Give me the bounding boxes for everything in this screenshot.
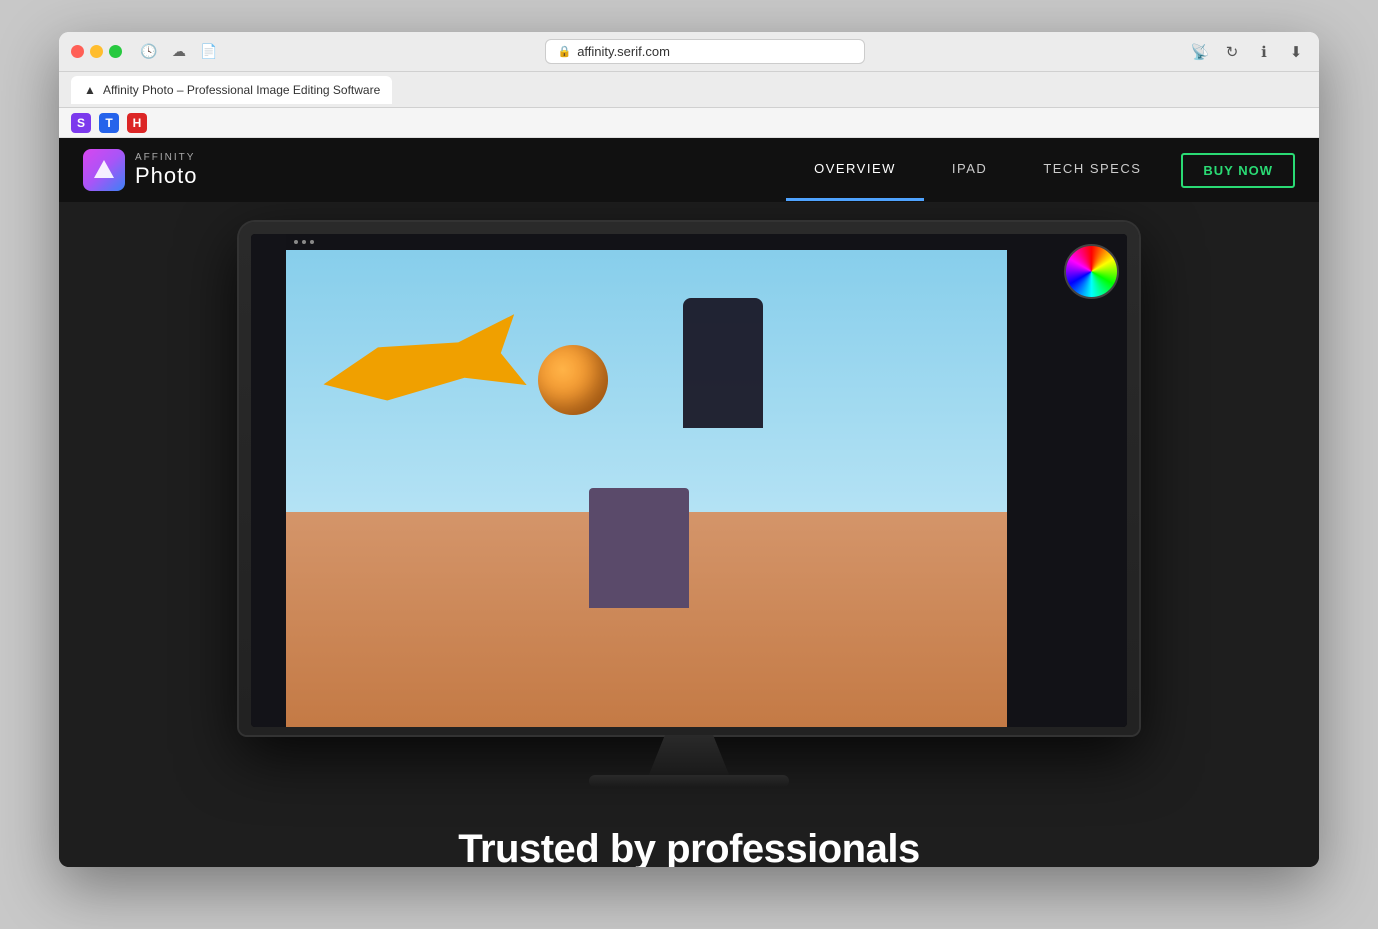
- address-bar[interactable]: 🔒 affinity.serif.com: [545, 39, 865, 64]
- hero-title: Trusted by professionals: [329, 827, 1049, 867]
- site-navigation: AFFINITY Photo OVERVIEW IPAD TECH SPECS …: [59, 138, 1319, 202]
- url-text: affinity.serif.com: [577, 44, 670, 59]
- menu-dot-3: [310, 240, 314, 244]
- affinity-logo-icon: [83, 149, 125, 191]
- bookmark-bar: S T H: [59, 108, 1319, 138]
- minimize-button[interactable]: [90, 45, 103, 58]
- logo-photo-label: Photo: [135, 163, 198, 189]
- site-nav-links: OVERVIEW IPAD TECH SPECS BUY NOW: [786, 139, 1295, 201]
- bookmark-h-icon[interactable]: H: [127, 113, 147, 133]
- tab-bar: ▲ Affinity Photo – Professional Image Ed…: [59, 72, 1319, 108]
- dark-figure-artwork: [683, 298, 763, 428]
- screen-toolbar-left: [251, 234, 286, 727]
- bookmark-s-icon[interactable]: S: [71, 113, 91, 133]
- history-icon[interactable]: 🕓: [138, 41, 160, 63]
- monitor-mockup: [239, 222, 1139, 787]
- cast-icon[interactable]: 📡: [1189, 41, 1211, 63]
- maximize-button[interactable]: [109, 45, 122, 58]
- tab-title: Affinity Photo – Professional Image Edit…: [103, 83, 380, 97]
- monitor-body: [239, 222, 1139, 735]
- active-tab[interactable]: ▲ Affinity Photo – Professional Image Ed…: [71, 76, 392, 104]
- buy-now-button[interactable]: BUY NOW: [1181, 153, 1295, 188]
- cloud-icon[interactable]: ☁: [168, 41, 190, 63]
- site-logo: AFFINITY Photo: [83, 149, 198, 191]
- browser-window: 🕓 ☁ 📄 🔒 affinity.serif.com 📡 ↻ ℹ ⬇ ▲ Aff…: [59, 32, 1319, 867]
- screen-panel-right: [1007, 234, 1127, 727]
- hero-text-section: Trusted by professionals Affinity Photo …: [269, 827, 1109, 867]
- monitor-base: [589, 775, 789, 787]
- screen-menu-bar: [286, 234, 1007, 250]
- monitor-screen: [251, 234, 1127, 727]
- refresh-icon[interactable]: ↻: [1221, 41, 1243, 63]
- address-bar-container: 🔒 affinity.serif.com: [228, 39, 1181, 64]
- logo-text: AFFINITY Photo: [135, 152, 198, 189]
- traffic-lights: [71, 45, 122, 58]
- website-content: AFFINITY Photo OVERVIEW IPAD TECH SPECS …: [59, 138, 1319, 867]
- nav-ipad[interactable]: IPAD: [924, 139, 1015, 201]
- close-button[interactable]: [71, 45, 84, 58]
- menu-dot-1: [294, 240, 298, 244]
- monitor-stand: [649, 735, 729, 775]
- logo-affinity-label: AFFINITY: [135, 152, 198, 163]
- tab-favicon-icon: ▲: [83, 83, 97, 97]
- download-icon[interactable]: ⬇: [1285, 41, 1307, 63]
- info-icon[interactable]: ℹ: [1253, 41, 1275, 63]
- artwork-scene: [286, 250, 1007, 727]
- color-wheel: [1064, 244, 1119, 299]
- title-bar: 🕓 ☁ 📄 🔒 affinity.serif.com 📡 ↻ ℹ ⬇: [59, 32, 1319, 72]
- toolbar-icons: 🕓 ☁ 📄: [138, 41, 220, 63]
- monitor-container: [59, 222, 1319, 787]
- bookmark-t-icon[interactable]: T: [99, 113, 119, 133]
- nav-overview[interactable]: OVERVIEW: [786, 139, 924, 201]
- hero-section: Trusted by professionals Affinity Photo …: [59, 202, 1319, 867]
- menu-dot-2: [302, 240, 306, 244]
- page-icon[interactable]: 📄: [198, 41, 220, 63]
- nav-tech-specs[interactable]: TECH SPECS: [1015, 139, 1169, 201]
- lock-icon: 🔒: [558, 45, 572, 58]
- clock-tower-artwork: [589, 488, 689, 608]
- right-toolbar: 📡 ↻ ℹ ⬇: [1189, 41, 1307, 63]
